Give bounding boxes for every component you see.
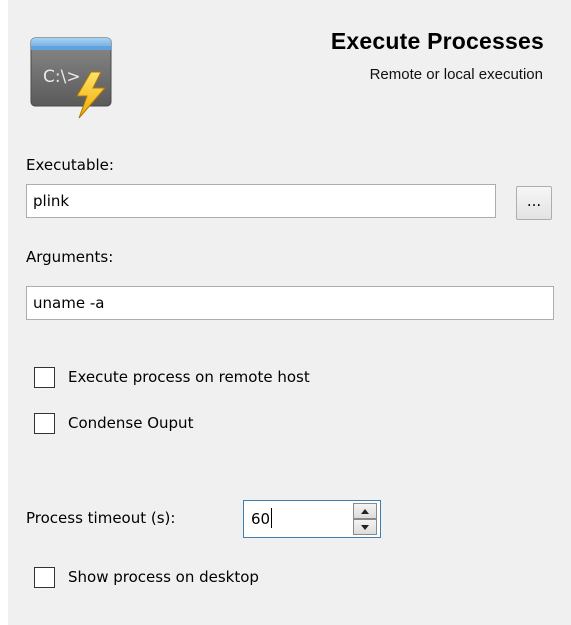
timeout-value[interactable]: 60: [251, 501, 273, 537]
console-lightning-icon: C:\>: [30, 37, 112, 119]
condense-output-checkbox[interactable]: [34, 412, 55, 434]
text-caret: [271, 508, 273, 528]
executable-input[interactable]: plink: [26, 184, 496, 218]
remote-host-option[interactable]: Execute process on remote host: [34, 365, 310, 389]
page-subtitle: Remote or local execution: [369, 66, 543, 83]
show-desktop-option[interactable]: Show process on desktop: [34, 565, 259, 589]
browse-button[interactable]: ...: [516, 186, 552, 220]
spin-down-button[interactable]: [353, 519, 377, 535]
condense-output-label: Condense Ouput: [68, 414, 194, 432]
condense-output-option[interactable]: Condense Ouput: [34, 411, 193, 435]
executable-label: Executable:: [26, 156, 114, 174]
arguments-label: Arguments:: [26, 248, 114, 266]
show-desktop-checkbox[interactable]: [34, 566, 55, 588]
arrow-down-icon: [361, 525, 369, 530]
arguments-input[interactable]: uname -a: [26, 286, 554, 320]
execute-processes-panel: C:\> Execute Processes Remote or local e…: [8, 0, 571, 625]
spin-up-button[interactable]: [353, 503, 377, 519]
spin-buttons: [353, 503, 377, 535]
svg-text:C:\>: C:\>: [43, 67, 81, 87]
show-desktop-label: Show process on desktop: [68, 568, 259, 586]
remote-host-label: Execute process on remote host: [68, 368, 310, 386]
page-title: Execute Processes: [330, 28, 544, 54]
timeout-label: Process timeout (s):: [26, 509, 176, 527]
arrow-up-icon: [361, 509, 369, 514]
timeout-spinbox[interactable]: 60: [243, 500, 381, 538]
remote-host-checkbox[interactable]: [34, 366, 55, 388]
